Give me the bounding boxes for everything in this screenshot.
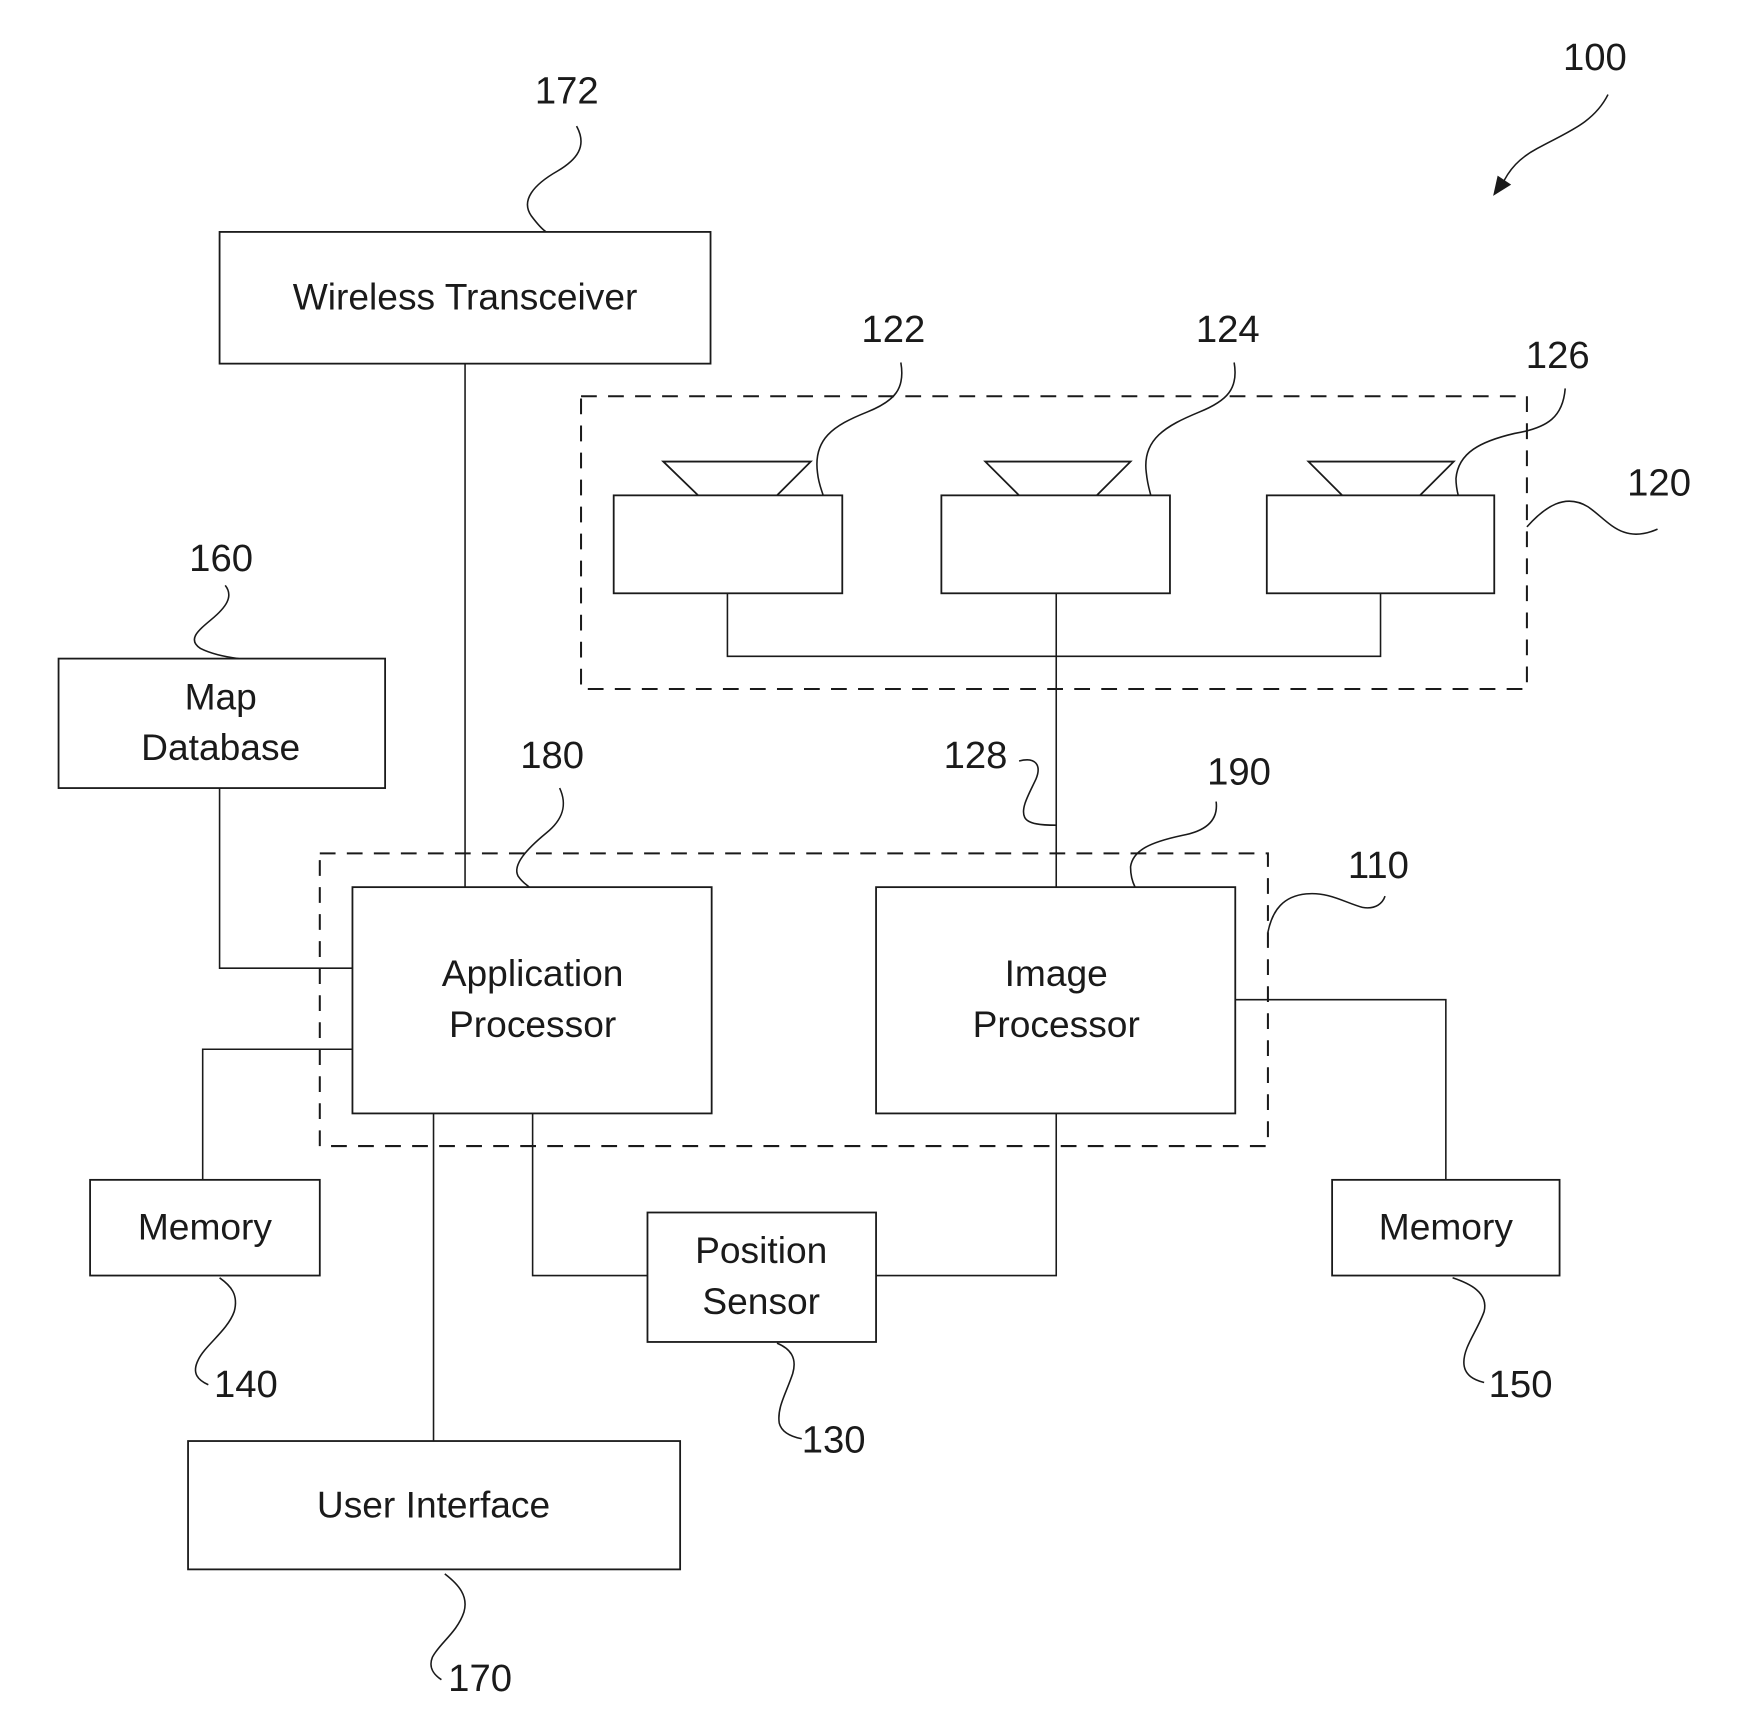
application-processor-block[interactable]: Application Processor 180 [351,734,713,1115]
memory-left-block[interactable]: Memory 140 [89,1178,321,1406]
figure-reference: 100 [1493,36,1627,196]
camera-body[interactable] [612,494,844,595]
leader-172 [526,125,582,233]
camera-lens-icon [983,460,1133,497]
camera-lens-icon [661,460,813,497]
camera-124[interactable]: 124 [940,308,1260,595]
camera-bus-wire [726,593,1382,658]
position-sensor-label-line1: Position [695,1229,827,1271]
leader-128 [1018,759,1057,827]
camera-body[interactable] [1265,494,1496,595]
position-sensor-block[interactable]: Position Sensor 130 [646,1211,877,1461]
leader-180 [516,787,565,888]
user-interface-label: User Interface [317,1484,550,1526]
ref-label-100: 100 [1563,36,1627,79]
map-database-label-line1: Map [185,675,257,717]
arrowhead-icon [1493,175,1512,196]
image-processor-block[interactable]: Image Processor 190 [875,751,1271,1115]
reference-arrow-line [1500,94,1609,188]
ref-label-180: 180 [520,734,584,777]
camera-lens-icon [1306,460,1456,497]
leader-120 [1526,500,1658,535]
leader-130 [776,1342,802,1440]
ref-label-150: 150 [1489,1363,1553,1406]
ref-label-170: 170 [448,1657,512,1700]
memory-left-label: Memory [138,1206,273,1248]
ref-label-126: 126 [1526,334,1590,377]
map-database-label-line2: Database [141,726,300,768]
application-processor-box[interactable] [351,886,713,1115]
ref-label-172: 172 [535,70,599,113]
image-processor-label-line1: Image [1005,952,1108,994]
ref-label-190: 190 [1207,751,1271,794]
ref-label-122: 122 [861,308,925,351]
image-processor-to-position-sensor-wire [876,1113,1058,1277]
position-sensor-label-line2: Sensor [702,1280,820,1322]
ref-label-120: 120 [1627,461,1691,504]
memory-right-block[interactable]: Memory 150 [1331,1178,1561,1406]
application-processor-label-line1: Application [442,952,624,994]
leader-160 [193,584,239,660]
leader-150 [1452,1277,1486,1384]
ref-label-110: 110 [1348,844,1409,887]
memory-left-wire [201,1048,353,1180]
ref-label-124: 124 [1196,308,1260,351]
map-database-wire [218,788,353,969]
app-processor-to-position-sensor-wire [531,1113,648,1277]
image-processor-box[interactable] [875,886,1237,1115]
camera-126[interactable]: 126 [1265,334,1590,595]
leader-110 [1267,892,1386,933]
ref-label-128: 128 [944,734,1008,777]
ref-label-140: 140 [214,1363,278,1406]
leader-190 [1129,801,1218,888]
leader-126 [1455,388,1566,496]
wireless-transceiver-label: Wireless Transceiver [293,276,638,318]
memory-right-wire [1235,998,1447,1180]
ref-label-130: 130 [802,1418,866,1461]
ref-label-160: 160 [189,537,253,580]
leader-122 [816,362,903,496]
map-database-block[interactable]: Map Database 160 [57,537,387,789]
image-processor-label-line2: Processor [973,1003,1140,1045]
memory-right-label: Memory [1379,1206,1514,1248]
application-processor-label-line2: Processor [449,1003,616,1045]
camera-body[interactable] [940,494,1171,595]
wireless-transceiver-block[interactable]: Wireless Transceiver 172 [218,70,712,365]
leader-124 [1145,362,1236,496]
user-interface-block[interactable]: User Interface 170 [187,1440,682,1700]
system-block-diagram: 100 120 122 124 126 128 Wireless Transce… [57,36,1691,1700]
